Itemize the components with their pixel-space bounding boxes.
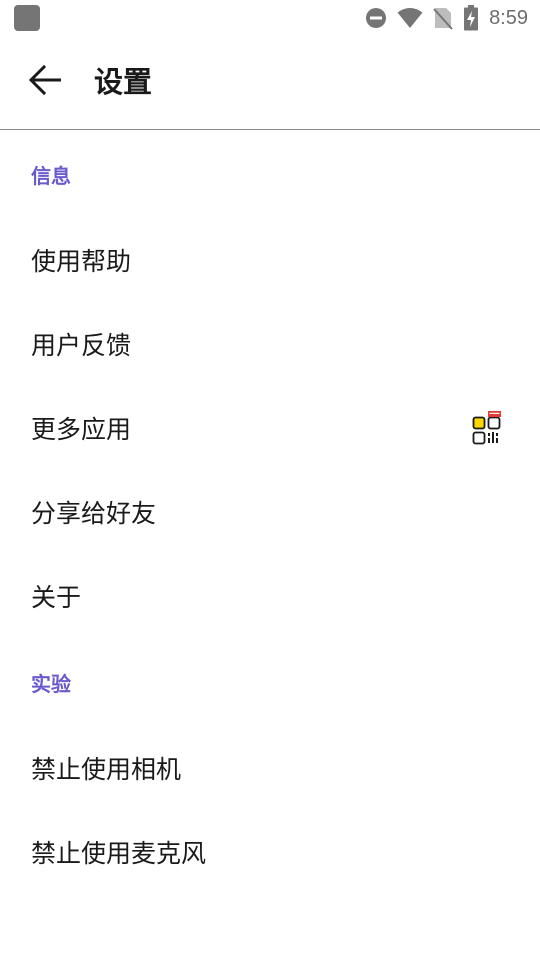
- arrow-back-icon: [28, 64, 64, 100]
- notification-icon: [14, 5, 40, 31]
- app-bar: 设置: [0, 36, 540, 130]
- status-icons: 8:59: [355, 0, 528, 36]
- list-item-more-apps[interactable]: 更多应用: [0, 386, 540, 470]
- list-item-feedback[interactable]: 用户反馈: [0, 302, 540, 386]
- no-sim-icon: [433, 6, 453, 30]
- wifi-icon: [397, 7, 423, 29]
- app-grid-new-icon: [472, 411, 502, 445]
- settings-list: 信息 使用帮助 用户反馈 更多应用 分享给好友 关于 实验 禁止使用相机 禁止使…: [0, 130, 540, 894]
- status-time: 8:59: [489, 6, 528, 29]
- list-item-label: 使用帮助: [31, 247, 132, 276]
- status-bar: 8:59: [0, 0, 540, 36]
- list-item-label: 分享给好友: [31, 499, 157, 528]
- list-item-share[interactable]: 分享给好友: [0, 470, 540, 554]
- page-title: 设置: [94, 65, 153, 99]
- list-item-usage-help[interactable]: 使用帮助: [0, 218, 540, 302]
- section-header-info: 信息: [31, 163, 71, 188]
- section-header-experiment: 实验: [31, 671, 71, 696]
- back-button[interactable]: [16, 52, 76, 112]
- list-item-disable-microphone[interactable]: 禁止使用麦克风: [0, 810, 540, 894]
- list-item-label: 禁止使用麦克风: [31, 839, 207, 868]
- list-item-label: 关于: [31, 583, 82, 612]
- settings-screen: 8:59 设置 信息 使用帮助 用户反馈 更多应用 分享给好友 关于 实验 禁止…: [0, 0, 540, 960]
- list-item-label: 用户反馈: [31, 331, 132, 360]
- battery-charging-icon: [463, 5, 479, 31]
- list-item-about[interactable]: 关于: [0, 554, 540, 638]
- list-item-label: 禁止使用相机: [31, 755, 182, 784]
- do-not-disturb-icon: [365, 7, 387, 29]
- list-item-label: 更多应用: [31, 415, 132, 444]
- list-item-disable-camera[interactable]: 禁止使用相机: [0, 726, 540, 810]
